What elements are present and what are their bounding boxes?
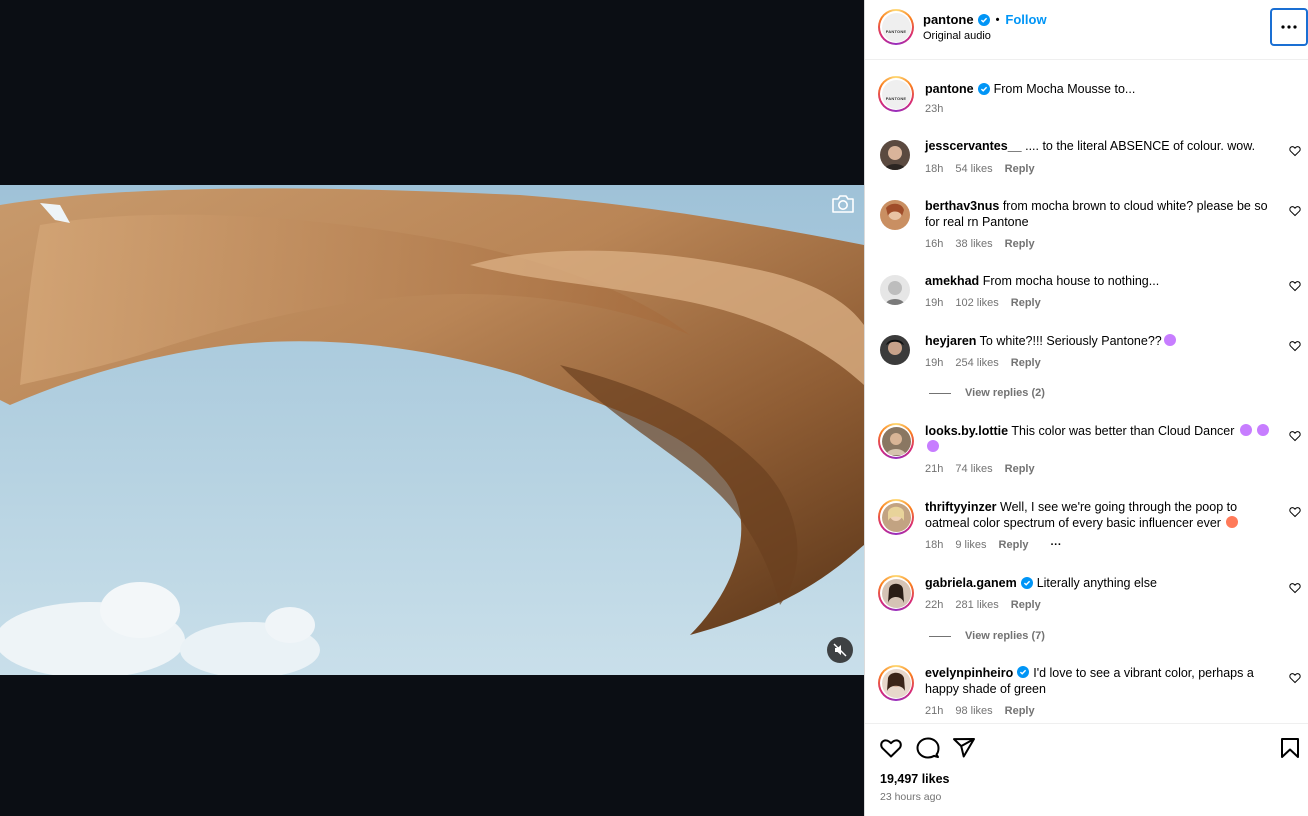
reply-button[interactable]: Reply [999,539,1029,551]
comment-username[interactable]: gabriela.ganem [925,575,1017,591]
comment-username[interactable]: jesscervantes__ [925,139,1022,153]
comment-likes[interactable]: 9 likes [955,539,986,551]
view-replies-button[interactable]: View replies (7) [929,630,1045,642]
heart-icon[interactable] [1289,672,1301,684]
verified-icon [1020,577,1033,589]
verified-icon [1017,666,1030,678]
avatar[interactable] [878,423,914,459]
avatar-logo: PANTONE [885,95,907,101]
laughing-emoji-icon [1226,516,1239,528]
comment-time: 19h [925,297,944,309]
comment-username[interactable]: berthav3nus [925,199,999,213]
divider [929,392,951,394]
crying-emoji-icon [1257,424,1270,436]
comment-time: 21h [925,463,944,475]
comment-time: 22h [925,599,944,611]
reply-button[interactable]: Reply [1005,238,1035,250]
comment-time: 19h [925,357,944,369]
bookmark-icon[interactable] [1278,736,1302,760]
divider [929,635,951,637]
comment-time: 18h [925,539,944,551]
comment-icon[interactable] [916,736,940,760]
avatar[interactable] [880,335,910,365]
comment-username[interactable]: amekhad [925,274,979,288]
camera-icon[interactable] [830,193,856,215]
comment-username[interactable]: looks.by.lottie [925,424,1008,438]
video-frame [0,185,864,675]
heart-icon[interactable] [1289,430,1301,442]
audio-label[interactable]: Original audio [923,30,991,42]
avatar[interactable] [880,275,910,305]
comment-text: From mocha house to nothing... [982,274,1160,288]
verified-icon [977,13,990,26]
video-player[interactable] [0,185,864,675]
comment-text: To white?!!! Seriously Pantone?? [979,334,1162,348]
mute-icon[interactable] [827,637,853,663]
comments-list[interactable]: PANTONE pantone From Mocha Mousse to... … [865,60,1308,723]
comment-text: This color was better than Cloud Dancer [1011,424,1235,438]
post-header: PANTONE pantone • Follow Original audio [865,0,1308,60]
reply-button[interactable]: Reply [1011,357,1041,369]
verified-icon [977,83,990,95]
avatar[interactable]: PANTONE [878,9,914,45]
instagram-post-view: PANTONE pantone • Follow Original audio [0,0,1308,816]
author-username[interactable]: pantone [923,12,974,27]
caption-time: 23h [925,103,944,115]
reply-button[interactable]: Reply [1005,705,1035,717]
crying-emoji-icon [1239,424,1252,436]
comment-likes[interactable]: 38 likes [955,238,992,250]
heart-icon[interactable] [1289,205,1301,217]
comment-username[interactable]: heyjaren [925,334,976,348]
media-pane [0,0,864,816]
heart-icon[interactable] [1289,506,1301,518]
caption-text: From Mocha Mousse to... [993,82,1136,96]
avatar[interactable]: PANTONE [878,76,914,112]
comment-text: Literally anything else [1036,576,1157,590]
comment-likes[interactable]: 54 likes [955,163,992,175]
comment-username[interactable]: thriftyyinzer [925,500,997,514]
separator-dot: • [995,13,1000,26]
more-icon [1281,25,1297,29]
view-replies-label: View replies (7) [965,630,1045,642]
avatar[interactable] [880,140,910,170]
avatar-logo: PANTONE [885,28,907,34]
comment-more-button[interactable]: ··· [1051,539,1062,551]
crying-emoji-icon [1163,334,1176,346]
share-icon[interactable] [952,736,976,760]
heart-icon[interactable] [1289,145,1301,157]
heart-icon[interactable] [1289,582,1301,594]
comment-time: 16h [925,238,944,250]
post-side-panel: PANTONE pantone • Follow Original audio [864,0,1308,816]
view-replies-label: View replies (2) [965,387,1045,399]
view-replies-button[interactable]: View replies (2) [929,387,1045,399]
heart-icon[interactable] [1289,340,1301,352]
comment-likes[interactable]: 281 likes [955,599,998,611]
likes-count[interactable]: 19,497 likes [880,772,950,786]
caption-username[interactable]: pantone [925,81,974,97]
post-actions: 19,497 likes 23 hours ago [865,723,1308,816]
comment-time: 21h [925,705,944,717]
reply-button[interactable]: Reply [1011,599,1041,611]
avatar[interactable] [878,575,914,611]
comment-likes[interactable]: 74 likes [955,463,992,475]
avatar[interactable] [878,665,914,701]
more-options-button[interactable] [1270,8,1308,46]
comment-likes[interactable]: 98 likes [955,705,992,717]
heart-icon[interactable] [1289,280,1301,292]
comment-username[interactable]: evelynpinheiro [925,666,1013,680]
reply-button[interactable]: Reply [1005,463,1035,475]
post-time[interactable]: 23 hours ago [880,791,941,803]
comment-likes[interactable]: 102 likes [955,297,998,309]
avatar[interactable] [878,499,914,535]
follow-button[interactable]: Follow [1005,12,1046,27]
comment-likes[interactable]: 254 likes [955,357,998,369]
heart-icon[interactable] [879,736,903,760]
comment-text: .... to the literal ABSENCE of colour. w… [1025,139,1256,153]
crying-emoji-icon [927,440,939,452]
reply-button[interactable]: Reply [1011,297,1041,309]
comment-time: 18h [925,163,944,175]
avatar[interactable] [880,200,910,230]
reply-button[interactable]: Reply [1005,163,1035,175]
